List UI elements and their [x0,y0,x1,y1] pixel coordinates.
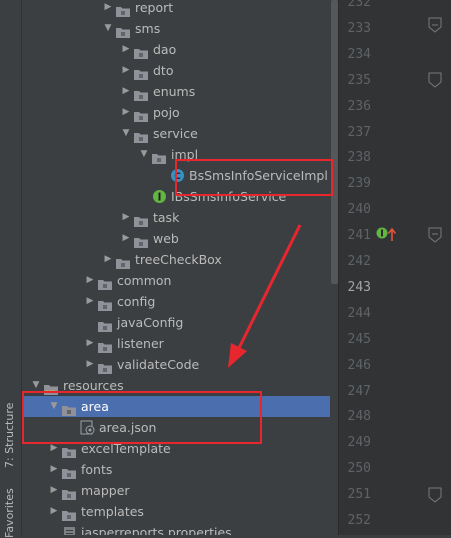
annotation-arrow [228,224,302,368]
fold-marker-icon[interactable] [428,487,442,503]
fold-marker-icon[interactable] [428,227,442,243]
up-arrow-icon[interactable] [387,227,397,241]
fold-marker-icon[interactable] [428,72,442,88]
gutter-markers [228,17,442,503]
interface-implemented-icon[interactable] [376,227,388,239]
fold-marker-icon[interactable] [428,17,442,33]
